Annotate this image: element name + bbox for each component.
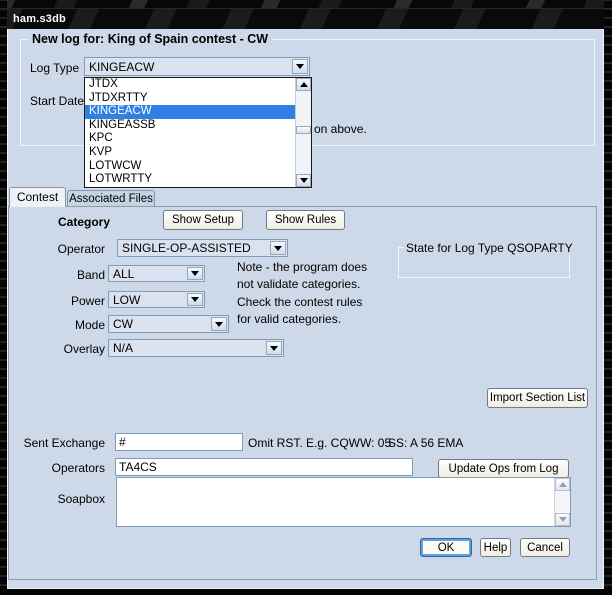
sent-exchange-input[interactable]	[115, 433, 243, 451]
window-frame-bottom	[0, 589, 612, 595]
ok-button[interactable]: OK	[420, 538, 472, 557]
power-label: Power	[18, 294, 105, 308]
chevron-down-icon	[215, 322, 223, 327]
category-heading: Category	[58, 215, 110, 229]
band-dropdown-button[interactable]	[187, 267, 203, 280]
power-value: LOW	[109, 293, 186, 307]
dropdown-option-lotwcw[interactable]: LOTWCW	[85, 160, 295, 174]
log-type-value: KINGEACW	[85, 60, 291, 74]
app-window: ham.s3db New log for: King of Spain cont…	[0, 0, 612, 595]
sent-exchange-hint: Omit RST. E.g. CQWW: 05	[248, 436, 391, 450]
power-dropdown-button[interactable]	[187, 293, 203, 306]
scroll-up-icon	[559, 482, 567, 487]
sent-exchange-label: Sent Exchange	[18, 436, 105, 450]
mode-dropdown-button[interactable]	[211, 317, 227, 331]
chevron-down-icon	[191, 271, 199, 276]
mode-combobox[interactable]: CW	[108, 315, 229, 333]
soapbox-text[interactable]	[117, 478, 554, 526]
scroll-down-button[interactable]	[296, 174, 311, 187]
mode-value: CW	[109, 317, 210, 331]
scroll-down-icon	[559, 517, 567, 522]
operators-label: Operators	[18, 461, 105, 475]
log-type-label: Log Type	[30, 61, 79, 75]
sent-exchange-hint2: SS: A 56 EMA	[388, 436, 463, 450]
scrollbar-thumb[interactable]	[296, 126, 311, 134]
mode-label: Mode	[18, 318, 105, 332]
dropdown-options-container: JTDXJTDXRTTYKINGEACWKINGEASSBKPCKVPLOTWC…	[85, 78, 295, 187]
note-line: Check the contest rules	[237, 294, 412, 311]
operators-input[interactable]	[115, 458, 413, 476]
state-groupbox-legend: State for Log Type QSOPARTY	[404, 241, 575, 255]
chevron-down-icon	[274, 246, 282, 251]
start-date-label: Start Date	[30, 94, 84, 108]
overlay-combobox[interactable]: N/A	[108, 339, 284, 357]
dropdown-option-kingeassb[interactable]: KINGEASSB	[85, 119, 295, 133]
show-setup-button[interactable]: Show Setup	[163, 210, 243, 230]
cancel-button[interactable]: Cancel	[520, 538, 570, 557]
note-line: not validate categories.	[237, 276, 412, 293]
operator-dropdown-button[interactable]	[270, 241, 286, 255]
dropdown-option-kingeacw[interactable]: KINGEACW	[85, 105, 295, 119]
power-combobox[interactable]: LOW	[108, 291, 205, 308]
titlebar[interactable]: ham.s3db	[0, 8, 612, 29]
overlay-label: Overlay	[18, 342, 105, 356]
band-label: Band	[18, 268, 105, 282]
dropdown-option-lotwrtty[interactable]: LOTWRTTY	[85, 173, 295, 187]
show-rules-button[interactable]: Show Rules	[266, 210, 345, 230]
note-line: for valid categories.	[237, 311, 412, 328]
scroll-down-icon	[300, 178, 308, 183]
dialog-legend: New log for: King of Spain contest - CW	[28, 32, 272, 46]
log-type-dropdown-button[interactable]	[292, 59, 308, 74]
update-ops-button[interactable]: Update Ops from Log	[438, 459, 569, 478]
overlay-value: N/A	[109, 341, 265, 355]
operator-value: SINGLE-OP-ASSISTED	[118, 241, 269, 255]
dropdown-option-jtdxrtty[interactable]: JTDXRTTY	[85, 92, 295, 106]
scroll-up-button[interactable]	[296, 78, 311, 91]
window-frame-left	[0, 0, 7, 595]
chevron-down-icon	[191, 297, 199, 302]
chevron-down-icon	[270, 346, 278, 351]
category-note: Note - the program does not validate cat…	[237, 259, 412, 329]
band-combobox[interactable]: ALL	[108, 265, 205, 282]
soapbox-scrollbar[interactable]	[554, 478, 570, 526]
log-type-combobox[interactable]: KINGEACW	[84, 57, 310, 76]
partial-instruction-text: on above.	[314, 122, 367, 136]
soapbox-scroll-down-button[interactable]	[555, 513, 570, 526]
dropdown-option-kvp[interactable]: KVP	[85, 146, 295, 160]
dropdown-option-kpc[interactable]: KPC	[85, 132, 295, 146]
tab-associated-files[interactable]: Associated Files	[67, 190, 155, 207]
overlay-dropdown-button[interactable]	[266, 341, 282, 355]
import-section-list-button[interactable]: Import Section List	[487, 388, 588, 408]
scroll-up-icon	[300, 82, 308, 87]
soapbox-textarea[interactable]	[116, 477, 571, 527]
dropdown-scrollbar[interactable]	[295, 78, 311, 187]
help-button[interactable]: Help	[480, 538, 511, 557]
band-value: ALL	[109, 267, 186, 281]
tab-contest[interactable]: Contest	[9, 187, 66, 207]
chevron-down-icon	[296, 64, 304, 69]
logtype-dropdown-list[interactable]: JTDXJTDXRTTYKINGEACWKINGEASSBKPCKVPLOTWC…	[84, 77, 312, 188]
operator-label: Operator	[18, 242, 105, 256]
operator-combobox[interactable]: SINGLE-OP-ASSISTED	[117, 239, 288, 257]
soapbox-label: Soapbox	[18, 492, 105, 506]
dropdown-option-jtdx[interactable]: JTDX	[85, 78, 295, 92]
soapbox-scroll-up-button[interactable]	[555, 478, 570, 491]
window-title: ham.s3db	[13, 13, 66, 25]
note-line: Note - the program does	[237, 259, 412, 276]
window-frame-right	[604, 0, 612, 595]
